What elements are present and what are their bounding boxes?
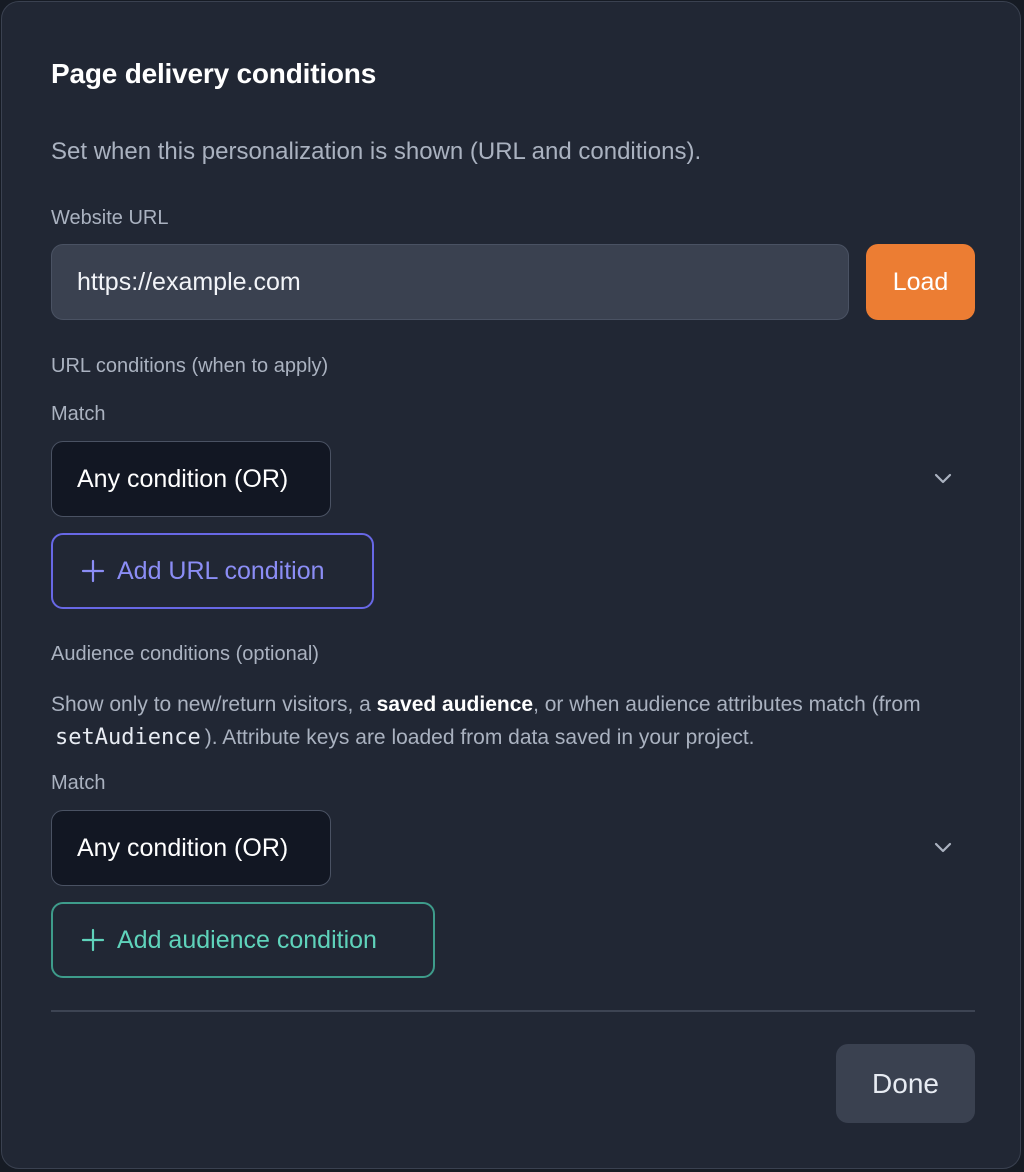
footer-divider [51, 1010, 975, 1012]
audience-conditions-heading: Audience conditions (optional) [51, 643, 319, 665]
plus-icon [81, 559, 105, 583]
dialog-title: Page delivery conditions [51, 58, 377, 89]
load-button[interactable]: Load [866, 244, 975, 320]
add-audience-condition-label: Add audience condition [117, 925, 377, 954]
url-conditions-heading: URL conditions (when to apply) [51, 355, 329, 377]
audience-desc-text: , or when audience attributes match (fro… [533, 693, 921, 716]
dialog-subtitle: Set when this personalization is shown (… [51, 138, 702, 165]
audience-match-selected-value: Any condition (OR) [77, 833, 289, 862]
add-url-condition-button[interactable]: Add URL condition [51, 533, 374, 609]
website-url-label: Website URL [51, 207, 169, 229]
url-match-select[interactable]: Any condition (OR) [51, 441, 331, 517]
plus-icon [81, 928, 105, 952]
url-match-label: Match [51, 403, 106, 425]
chevron-down-icon[interactable] [931, 466, 955, 490]
audience-match-label: Match [51, 772, 106, 794]
audience-desc-text: ). Attribute keys are loaded from data s… [204, 726, 755, 749]
audience-description: Show only to new/return visitors, a save… [51, 688, 981, 754]
audience-match-select[interactable]: Any condition (OR) [51, 810, 331, 886]
add-audience-condition-button[interactable]: Add audience condition [51, 902, 435, 978]
chevron-down-icon[interactable] [931, 835, 955, 859]
url-match-selected-value: Any condition (OR) [77, 464, 289, 493]
set-audience-code: setAudience [55, 725, 201, 750]
done-button[interactable]: Done [836, 1044, 975, 1123]
page-delivery-dialog: Page delivery conditions Set when this p… [1, 1, 1021, 1169]
saved-audience-emphasis: saved audience [376, 693, 534, 716]
add-url-condition-label: Add URL condition [117, 556, 325, 585]
website-url-input[interactable] [51, 244, 849, 320]
audience-desc-text: Show only to new/return visitors, a [51, 693, 377, 716]
